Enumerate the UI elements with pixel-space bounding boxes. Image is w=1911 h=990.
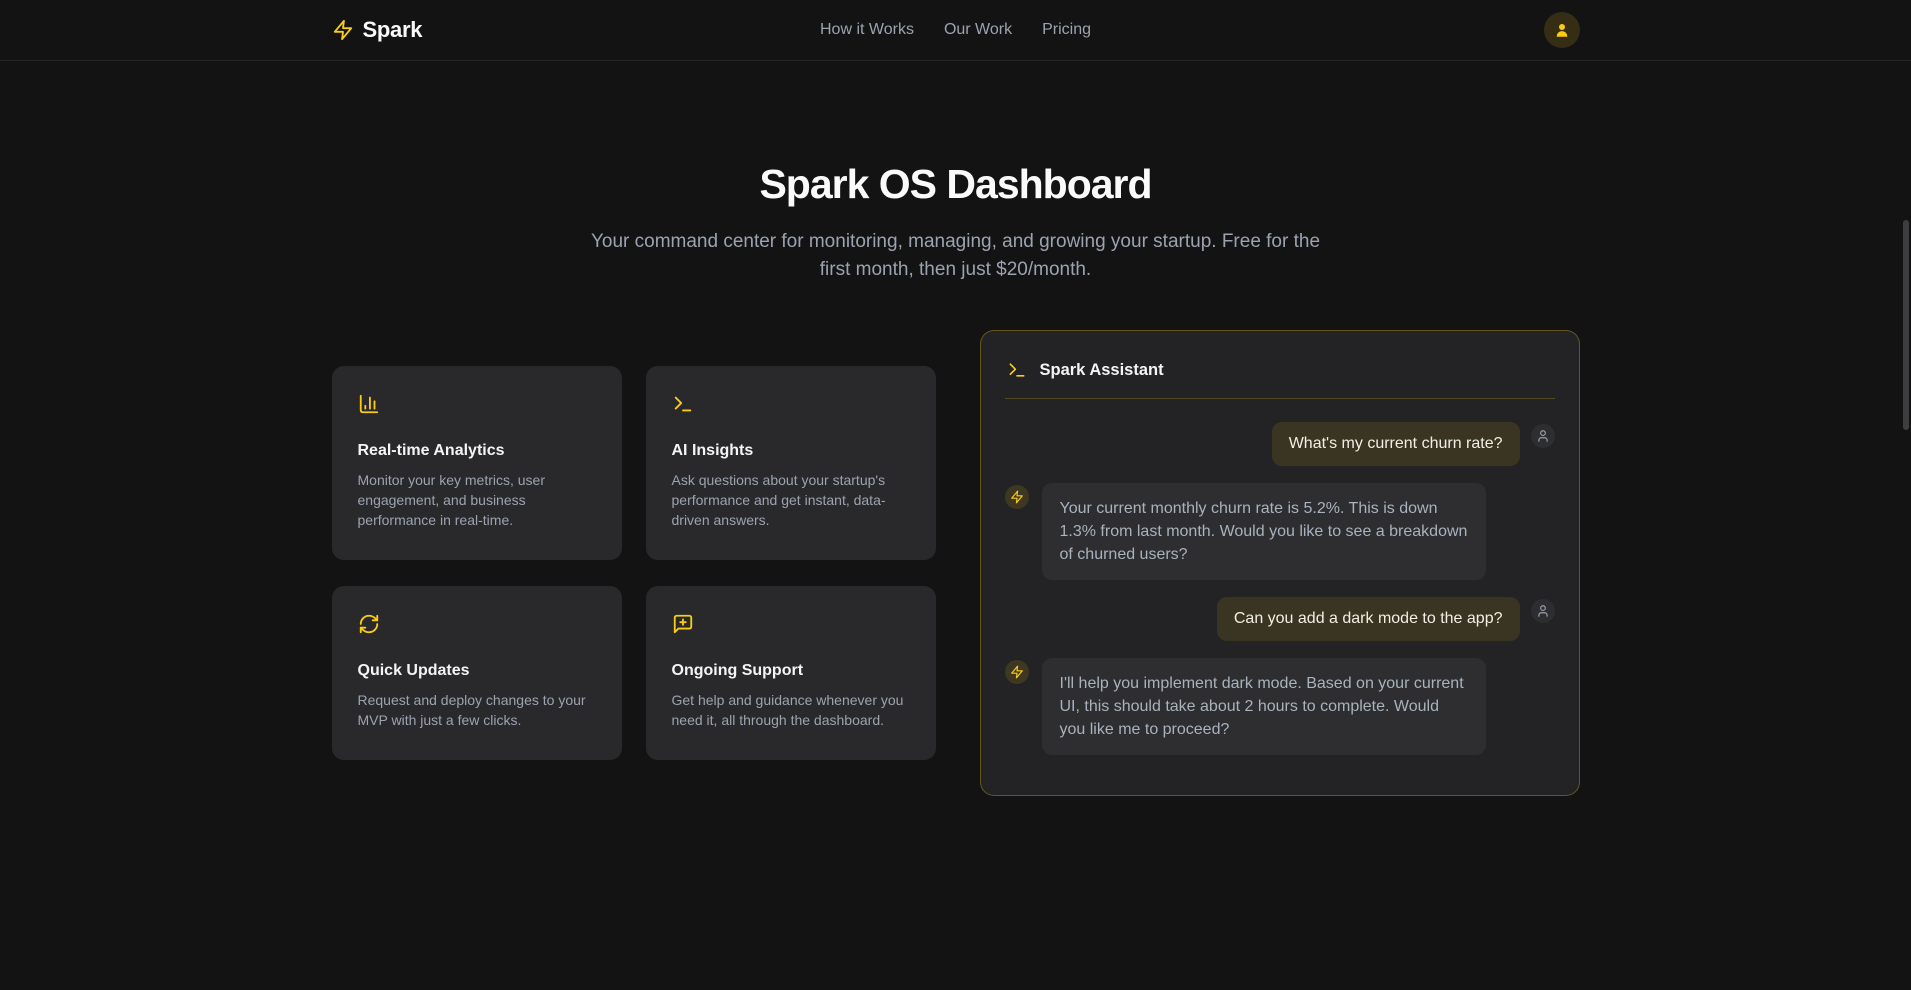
feature-card: AI Insights Ask questions about your sta… bbox=[646, 366, 936, 560]
chat-message: Your current monthly churn rate is 5.2%.… bbox=[1005, 483, 1555, 580]
zap-icon bbox=[1010, 665, 1024, 679]
chat-message: I'll help you implement dark mode. Based… bbox=[1005, 658, 1555, 755]
content-section: Real-time Analytics Monitor your key met… bbox=[332, 330, 1580, 796]
feature-card: Real-time Analytics Monitor your key met… bbox=[332, 366, 622, 560]
feature-description: Ask questions about your startup's perfo… bbox=[672, 470, 910, 530]
scrollbar-thumb[interactable] bbox=[1903, 220, 1909, 430]
main-nav: How it Works Our Work Pricing bbox=[820, 21, 1091, 39]
feature-description: Get help and guidance whenever you need … bbox=[672, 690, 910, 730]
chat-bubble: What's my current churn rate? bbox=[1272, 422, 1520, 466]
feature-card: Quick Updates Request and deploy changes… bbox=[332, 586, 622, 760]
feature-title: Quick Updates bbox=[358, 662, 596, 680]
hero-section: Spark OS Dashboard Your command center f… bbox=[0, 161, 1911, 284]
zap-icon bbox=[332, 19, 354, 41]
user-avatar bbox=[1531, 599, 1555, 623]
feature-description: Request and deploy changes to your MVP w… bbox=[358, 690, 596, 730]
brand-name: Spark bbox=[363, 17, 423, 43]
user-icon bbox=[1536, 429, 1550, 443]
feature-grid: Real-time Analytics Monitor your key met… bbox=[332, 366, 936, 760]
user-icon bbox=[1553, 21, 1571, 39]
feature-title: Real-time Analytics bbox=[358, 442, 596, 460]
chat-bubble: I'll help you implement dark mode. Based… bbox=[1042, 658, 1486, 755]
assistant-panel-header: Spark Assistant bbox=[1005, 355, 1555, 399]
chat-message: Can you add a dark mode to the app? bbox=[1005, 597, 1555, 641]
nav-container: Spark How it Works Our Work Pricing bbox=[316, 12, 1596, 48]
hero-subtitle: Your command center for monitoring, mana… bbox=[590, 228, 1322, 284]
nav-link[interactable]: Our Work bbox=[944, 21, 1012, 39]
assistant-avatar bbox=[1005, 660, 1029, 684]
nav-link[interactable]: How it Works bbox=[820, 21, 914, 39]
assistant-avatar bbox=[1005, 485, 1029, 509]
refresh-icon bbox=[358, 613, 380, 635]
chat-bubble: Your current monthly churn rate is 5.2%.… bbox=[1042, 483, 1486, 580]
terminal-icon bbox=[1007, 360, 1027, 380]
feature-title: AI Insights bbox=[672, 442, 910, 460]
top-nav-bar: Spark How it Works Our Work Pricing bbox=[0, 0, 1911, 61]
feature-description: Monitor your key metrics, user engagemen… bbox=[358, 470, 596, 530]
feature-title: Ongoing Support bbox=[672, 662, 910, 680]
user-icon bbox=[1536, 604, 1550, 618]
chat-bubble: Can you add a dark mode to the app? bbox=[1217, 597, 1520, 641]
user-avatar bbox=[1531, 424, 1555, 448]
brand-logo[interactable]: Spark bbox=[332, 17, 423, 43]
zap-icon bbox=[1010, 490, 1024, 504]
bar-chart-icon bbox=[358, 393, 380, 415]
message-plus-icon bbox=[672, 613, 694, 635]
nav-link[interactable]: Pricing bbox=[1042, 21, 1091, 39]
feature-card: Ongoing Support Get help and guidance wh… bbox=[646, 586, 936, 760]
assistant-panel-title: Spark Assistant bbox=[1040, 361, 1164, 380]
chat-messages: What's my current churn rate? Your curre… bbox=[1005, 422, 1555, 771]
terminal-icon bbox=[672, 393, 694, 415]
chat-message: What's my current churn rate? bbox=[1005, 422, 1555, 466]
user-avatar-button[interactable] bbox=[1544, 12, 1580, 48]
page-title: Spark OS Dashboard bbox=[0, 161, 1911, 208]
spark-assistant-panel: Spark Assistant What's my current churn … bbox=[980, 330, 1580, 796]
